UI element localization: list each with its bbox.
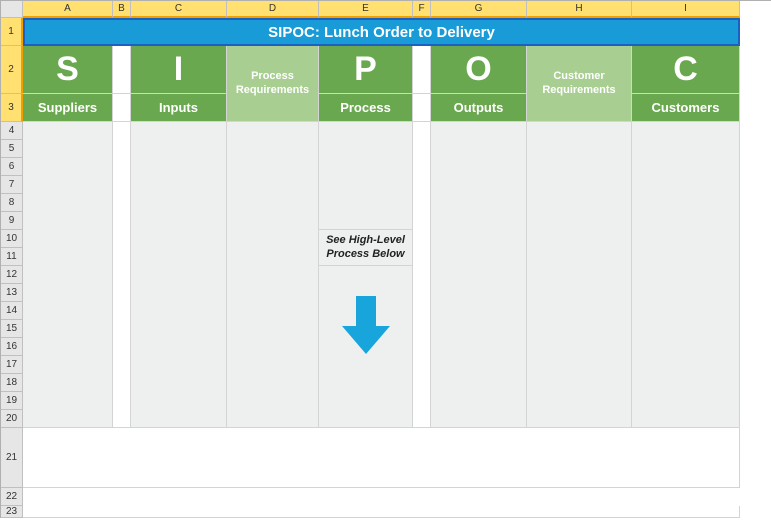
row-header-7[interactable]: 7 (1, 176, 23, 194)
col-header-B[interactable]: B (113, 1, 131, 18)
sipoc-p-letter[interactable]: P (319, 46, 413, 94)
down-arrow-icon (342, 296, 390, 354)
row-header-21[interactable]: 21 (1, 428, 23, 488)
col-header-I[interactable]: I (632, 1, 740, 18)
col-header-A[interactable]: A (23, 1, 113, 18)
sipoc-s-letter[interactable]: S (23, 46, 113, 94)
col-header-H[interactable]: H (527, 1, 632, 18)
gap-cell[interactable] (413, 46, 431, 94)
customers-body[interactable] (632, 122, 740, 428)
outputs-body[interactable] (431, 122, 527, 428)
customers-label[interactable]: Customers (632, 94, 740, 122)
sipoc-o-letter[interactable]: O (431, 46, 527, 94)
row-header-23[interactable]: 23 (1, 506, 23, 518)
select-all-corner[interactable] (1, 1, 23, 18)
row-header-10[interactable]: 10 (1, 230, 23, 248)
row-header-20[interactable]: 20 (1, 410, 23, 428)
gap-body[interactable] (113, 122, 131, 428)
row-header-2[interactable]: 2 (1, 46, 23, 94)
row-header-5[interactable]: 5 (1, 140, 23, 158)
col-header-D[interactable]: D (227, 1, 319, 18)
process-label[interactable]: Process (319, 94, 413, 122)
inputs-label[interactable]: Inputs (131, 94, 227, 122)
row-header-8[interactable]: 8 (1, 194, 23, 212)
row-header-22[interactable]: 22 (1, 488, 23, 506)
customer-requirements[interactable]: Customer Requirements (527, 46, 632, 122)
custreq-body[interactable] (527, 122, 632, 428)
row-header-19[interactable]: 19 (1, 392, 23, 410)
suppliers-body[interactable] (23, 122, 113, 428)
process-requirements[interactable]: Process Requirements (227, 46, 319, 122)
process-note[interactable]: See High-Level Process Below (319, 230, 413, 266)
row-header-14[interactable]: 14 (1, 302, 23, 320)
blank-row[interactable] (23, 506, 740, 518)
gap-cell[interactable] (413, 94, 431, 122)
col-header-C[interactable]: C (131, 1, 227, 18)
sipoc-i-letter[interactable]: I (131, 46, 227, 94)
row-header-17[interactable]: 17 (1, 356, 23, 374)
sipoc-c-letter[interactable]: C (632, 46, 740, 94)
row-header-13[interactable]: 13 (1, 284, 23, 302)
process-body-bottom[interactable] (319, 266, 413, 428)
row-header-6[interactable]: 6 (1, 158, 23, 176)
col-header-F[interactable]: F (413, 1, 431, 18)
title-cell[interactable]: SIPOC: Lunch Order to Delivery (23, 18, 740, 46)
row-header-16[interactable]: 16 (1, 338, 23, 356)
inputs-body[interactable] (131, 122, 227, 428)
row-header-4[interactable]: 4 (1, 122, 23, 140)
row-header-1[interactable]: 1 (1, 18, 23, 46)
col-header-G[interactable]: G (431, 1, 527, 18)
row-header-11[interactable]: 11 (1, 248, 23, 266)
gap-body[interactable] (413, 122, 431, 428)
suppliers-label[interactable]: Suppliers (23, 94, 113, 122)
note-line-2: Process Below (326, 248, 404, 260)
row-header-3[interactable]: 3 (1, 94, 23, 122)
row-header-18[interactable]: 18 (1, 374, 23, 392)
row-header-15[interactable]: 15 (1, 320, 23, 338)
row-header-9[interactable]: 9 (1, 212, 23, 230)
procreq-body[interactable] (227, 122, 319, 428)
spreadsheet-grid: A B C D E F G H I 1 2 3 4 5 6 7 8 9 10 1… (0, 0, 771, 518)
process-body-top[interactable] (319, 122, 413, 230)
outputs-label[interactable]: Outputs (431, 94, 527, 122)
note-line-1: See High-Level (326, 234, 405, 246)
blank-row[interactable] (23, 428, 740, 488)
col-header-E[interactable]: E (319, 1, 413, 18)
gap-cell[interactable] (113, 46, 131, 94)
gap-cell[interactable] (113, 94, 131, 122)
row-header-12[interactable]: 12 (1, 266, 23, 284)
